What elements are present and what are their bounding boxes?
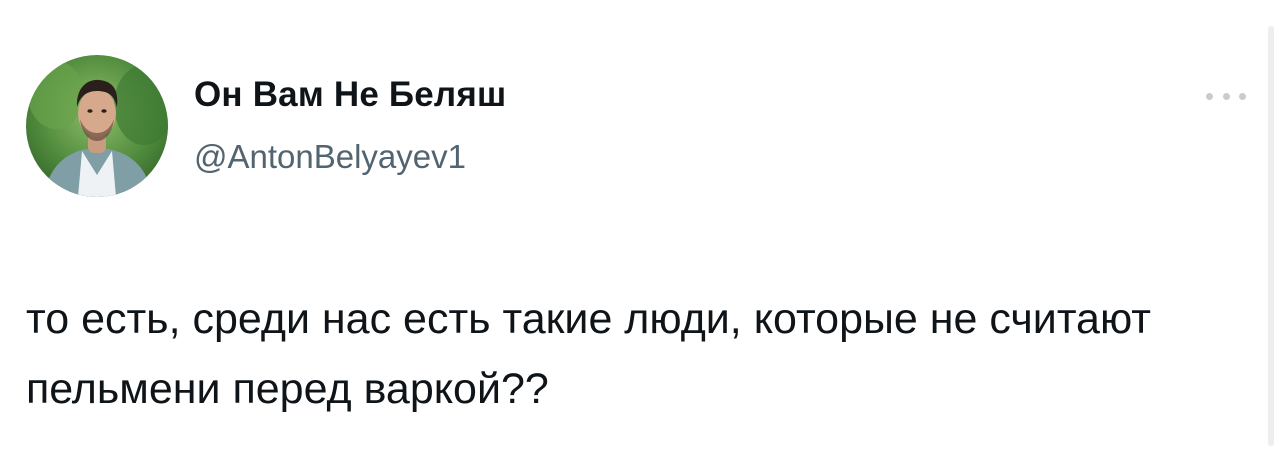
author-handle[interactable]: @AntonBelyayev1 [194, 138, 466, 176]
tweet-text: то есть, среди нас есть такие люди, кото… [26, 295, 1151, 413]
avatar[interactable] [26, 55, 168, 197]
tweet-card: Он Вам Не Беляш @AntonBelyayev1 то есть,… [0, 0, 1284, 453]
author-display-name[interactable]: Он Вам Не Беляш [194, 75, 506, 115]
avatar-photo [26, 55, 168, 197]
more-dot [1206, 92, 1213, 100]
more-dot [1222, 92, 1230, 100]
scrollbar[interactable] [1268, 26, 1274, 446]
more-dot [1239, 92, 1246, 100]
more-options-icon[interactable] [1206, 84, 1246, 108]
